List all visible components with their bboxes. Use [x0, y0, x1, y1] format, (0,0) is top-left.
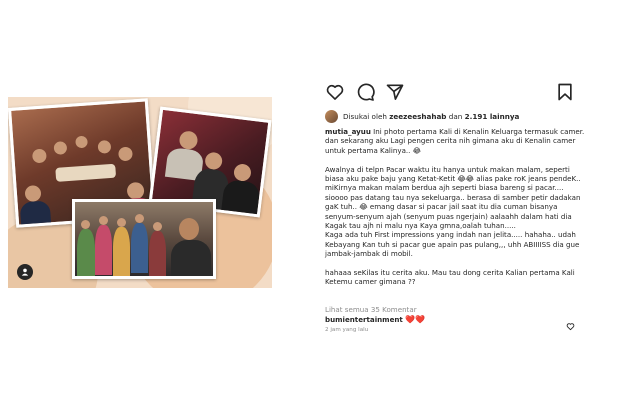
heart-icon[interactable]: [325, 82, 345, 102]
share-icon[interactable]: [385, 82, 405, 102]
liked-by-count-link[interactable]: 2.191 lainnya: [465, 112, 520, 121]
caption-line: dan sekarang aku Lagi pengen cerita nih …: [325, 136, 578, 155]
post-timestamp: 2 jam yang lalu: [325, 327, 369, 333]
collage-photo-family: [72, 199, 216, 279]
caption-line: sioooo pas datang tau nya sekeluarga.. b…: [325, 192, 583, 231]
caption-line: hahaaa seKilas itu cerita aku. Mau tau d…: [325, 268, 578, 287]
comment-like-icon[interactable]: [566, 316, 575, 331]
view-all-comments-link[interactable]: Lihat semua 35 Komentar: [325, 305, 417, 314]
liked-by-prefix: Disukai oleh: [343, 111, 387, 121]
caption-line: Ini photo pertama Kali di Kenalin Keluar…: [370, 127, 585, 136]
comment-row: bumientertainment ❤️❤️: [325, 315, 575, 324]
post-image[interactable]: [8, 97, 272, 288]
liked-by-user-link[interactable]: zeezeeshahab: [389, 112, 446, 121]
liked-by-row: Disukai oleh zeezeeshahab dan 2.191 lain…: [325, 108, 519, 124]
caption-line: Awalnya di telpn Pacar waktu itu hanya u…: [325, 164, 583, 193]
bookmark-icon[interactable]: [555, 82, 575, 102]
comment-username-link[interactable]: bumientertainment: [325, 315, 403, 324]
post-caption: mutia_ayuu Ini photo pertama Kali di Ken…: [325, 127, 585, 287]
avatar[interactable]: [325, 109, 338, 123]
comment-text: ❤️❤️: [405, 315, 426, 324]
caption-line: Kaga ada tuh First impressions yang inda…: [325, 230, 582, 259]
author-username-link[interactable]: mutia_ayuu: [325, 127, 371, 136]
comment-icon[interactable]: [355, 82, 375, 102]
liked-by-and: dan: [448, 111, 463, 121]
tagged-people-icon[interactable]: [17, 264, 33, 280]
action-bar: [325, 82, 575, 102]
